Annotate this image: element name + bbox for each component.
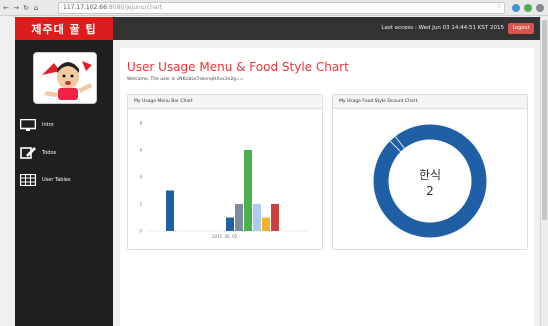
sidebar-item-label: User Tables xyxy=(42,177,71,183)
table-icon xyxy=(20,174,36,186)
bar[interactable] xyxy=(226,217,234,232)
avatar xyxy=(33,52,97,104)
y-tick-label: 6 xyxy=(139,148,142,153)
y-tick-label: 2 xyxy=(139,202,142,207)
back-icon[interactable]: ← xyxy=(2,4,10,12)
menu-icon[interactable] xyxy=(536,4,544,12)
bar[interactable] xyxy=(235,204,243,231)
sidebar-item-label: Intro xyxy=(42,122,54,128)
forward-icon[interactable]: → xyxy=(12,4,20,12)
page-title: User Usage Menu & Food Style Chart xyxy=(127,60,349,74)
sidebar-item-user-tables[interactable]: User Tables xyxy=(20,174,71,186)
url-host: 117.17.102.66 xyxy=(63,4,107,11)
x-tick-label: 2015. 06. 02 - xyxy=(212,234,241,239)
bar[interactable] xyxy=(271,204,279,231)
top-navbar: Last access : Wed Jun 03 14:44:51 KST 20… xyxy=(113,17,540,40)
logout-button[interactable]: Logout xyxy=(508,23,534,34)
bar[interactable] xyxy=(166,190,174,232)
avatar-cartoon-image xyxy=(34,53,96,103)
y-tick-label: 8 xyxy=(139,121,142,126)
y-tick-label: 0 xyxy=(139,229,142,234)
reload-icon[interactable]: ↻ xyxy=(22,4,30,12)
bar[interactable] xyxy=(262,217,270,232)
last-access-text: Last access : Wed Jun 03 14:44:51 KST 20… xyxy=(381,25,504,31)
sidebar-item-label: Todos xyxy=(42,150,57,156)
page-scrollbar[interactable] xyxy=(540,17,548,326)
scrollbar-thumb[interactable] xyxy=(542,20,547,220)
brand-title[interactable]: 제주대 꿀 팁 xyxy=(15,17,113,40)
donut-chart-panel: My Usage Food Style Dcount Chart 한식 2 xyxy=(332,94,528,250)
edit-icon xyxy=(20,147,36,159)
extension-icon[interactable] xyxy=(512,4,520,12)
y-tick-label: 4 xyxy=(139,175,142,180)
bar-chart: 0 2 4 6 8 2015. 06. 02 - xyxy=(139,121,308,239)
bookmark-star-icon[interactable]: ☆ xyxy=(496,2,502,10)
monitor-icon xyxy=(20,119,36,131)
bar[interactable] xyxy=(244,150,252,231)
bar[interactable] xyxy=(253,204,261,231)
home-icon[interactable]: ⌂ xyxy=(32,4,40,12)
panel-heading: My Usage Menu Bar Chart xyxy=(128,95,322,109)
sidebar-item-todos[interactable]: Todos xyxy=(20,147,56,159)
panel-heading: My Usage Food Style Dcount Chart xyxy=(333,95,527,109)
bar-chart-panel: My Usage Menu Bar Chart 0 2 4 6 8 2015. 06. 0… xyxy=(127,94,323,250)
donut-center-value: 2 xyxy=(426,184,434,198)
main-content: User Usage Menu & Food Style Chart Welco… xyxy=(120,48,534,326)
donut-center-label: 한식 xyxy=(419,168,441,182)
welcome-text: Welcome, The user is vNKUaLe7sknnqHXvx3v… xyxy=(127,77,244,82)
donut-chart: 한식 2 xyxy=(373,124,487,238)
extension-icon[interactable] xyxy=(524,4,532,12)
address-bar[interactable]: 117.17.102.66:8080/jejunu/chart xyxy=(58,2,505,14)
sidebar: 제주대 꿀 팁 Intro Todos User Tables xyxy=(15,17,113,326)
url-path: :8080/jejunu/chart xyxy=(106,4,163,11)
sidebar-item-intro[interactable]: Intro xyxy=(20,119,54,131)
